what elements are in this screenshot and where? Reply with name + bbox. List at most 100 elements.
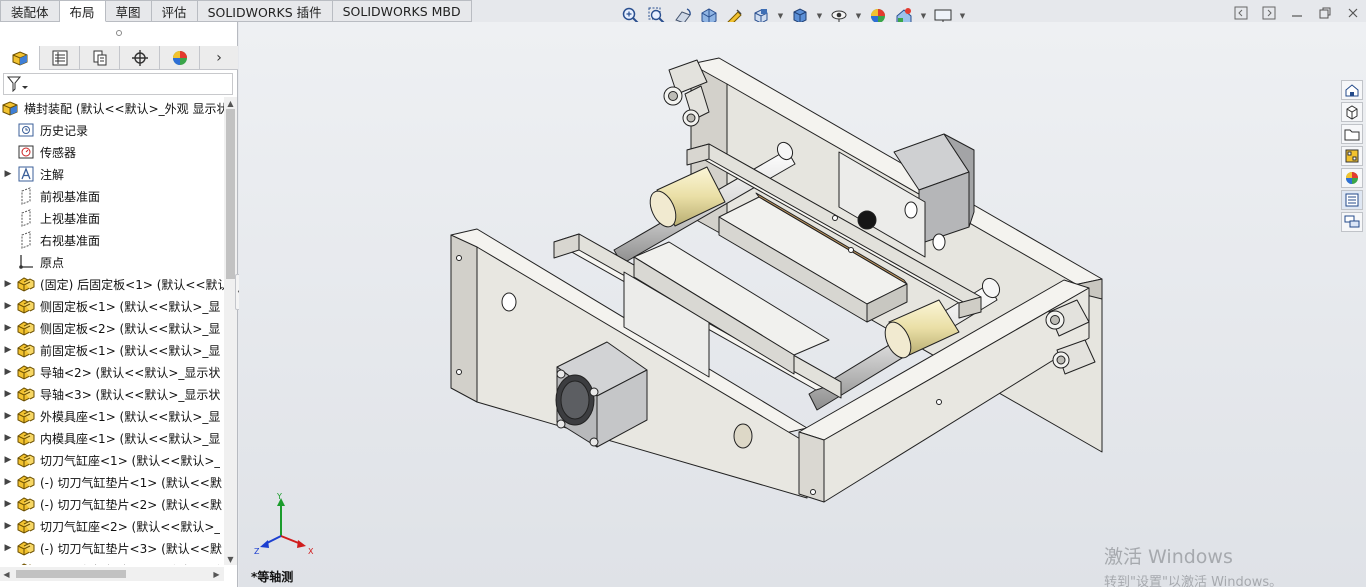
scroll-right-icon[interactable]: ▶ [210,568,223,580]
triad-x-arrow [297,540,306,548]
tree-item[interactable]: 传感器 [0,141,224,163]
part-icon [16,385,36,403]
tree-item[interactable]: 右视基准面 [0,229,224,251]
featuremanager-tree-tab[interactable] [0,46,40,70]
expand-arrow-icon[interactable]: ▶ [0,389,16,399]
expand-arrow-icon[interactable]: ▶ [0,499,16,509]
tree-item[interactable]: ▶(-) 切刀气缸垫片<4> (默认<<默 [0,559,224,565]
pane-grip[interactable] [0,22,238,44]
expand-arrow-icon[interactable]: ▶ [0,521,16,531]
tab-layout[interactable]: 布局 [59,0,106,22]
triad-z-label: Z [254,547,260,556]
graphics-area[interactable]: Y X Z *等轴测 [239,22,1366,587]
tree-item-label: 切刀气缸座<2> (默认<<默认>_ [40,519,221,534]
tab-evaluate[interactable]: 评估 [151,0,198,22]
tree-item[interactable]: 上视基准面 [0,207,224,229]
knob[interactable] [857,210,877,230]
expand-arrow-icon[interactable]: ▶ [0,323,16,333]
home-icon[interactable] [1341,80,1363,100]
expand-arrow-icon[interactable]: ▶ [0,279,16,289]
file-explorer-icon[interactable] [1341,124,1363,144]
document-window-controls [1232,5,1362,21]
tree-root-label: 横封装配 (默认<<默认>_外观 显示状态 [24,101,224,116]
tree-item-label: 历史记录 [40,123,89,138]
expand-arrow-icon[interactable]: ▶ [0,367,16,377]
tree-horizontal-scrollbar[interactable]: ◀ ▶ [0,567,224,581]
custom-properties-icon[interactable] [1341,190,1363,210]
task-pane-tabs [1341,80,1365,232]
feature-manager-tabs: › [0,46,238,70]
tree-item[interactable]: ▶ 前固定板<1> (默认<<默认>_显 [0,339,224,361]
tab-solidworks-mbd[interactable]: SOLIDWORKS MBD [332,0,472,22]
tree-filter[interactable] [3,73,233,95]
tree-root-assembly[interactable]: 横封装配 (默认<<默认>_外观 显示状态 [0,97,224,119]
tree-item[interactable]: ▶ (-) 切刀气缸垫片<2> (默认<<默 [0,493,224,515]
watermark-title: 激活 Windows [1104,546,1233,568]
expand-arrow-icon[interactable]: ▶ [0,477,16,487]
expand-arrow-icon[interactable]: ▶ [0,411,16,421]
expand-arrow-icon[interactable]: ▶ [0,345,16,355]
appearances-icon[interactable] [1341,168,1363,188]
part-icon [16,539,36,557]
tree-item[interactable]: ▶ 侧固定板<2> (默认<<默认>_显 [0,317,224,339]
expand-arrow-icon[interactable]: ▶ [0,455,16,465]
part-icon [16,341,36,359]
design-library-icon[interactable] [1341,102,1363,122]
plane-icon [16,231,36,249]
tree-item[interactable]: ▶ 注解 [0,163,224,185]
horizontal-scroll-thumb[interactable] [16,570,126,578]
tree-item[interactable]: 原点 [0,251,224,273]
tree-item[interactable]: ▶ (-) 切刀气缸垫片<3> (默认<<默 [0,537,224,559]
tree-item-label: 导轴<3> (默认<<默认>_显示状 [40,387,221,402]
tree-item[interactable]: ▶ 导轴<3> (默认<<默认>_显示状 [0,383,224,405]
minimize-icon[interactable] [1288,5,1306,21]
property-manager-tab[interactable] [40,46,80,70]
triad-x-label: X [308,547,314,556]
tree-vertical-scrollbar[interactable]: ▲ ▼ [224,97,237,565]
collapse-panel-icon[interactable] [1232,5,1250,21]
tree-item[interactable]: ▶ 外模具座<1> (默认<<默认>_显 [0,405,224,427]
tree-item[interactable]: ▶ 导轴<2> (默认<<默认>_显示状 [0,361,224,383]
tree-item[interactable]: 前视基准面 [0,185,224,207]
tree-item[interactable]: 历史记录 [0,119,224,141]
chevron-right-icon[interactable]: › [200,46,238,70]
scroll-left-icon[interactable]: ◀ [0,568,13,580]
filter-icon [7,76,28,92]
configuration-manager-tab[interactable] [80,46,120,70]
scroll-up-icon[interactable]: ▲ [224,97,237,109]
tree-item[interactable]: ▶ 切刀气缸座<2> (默认<<默认>_ [0,515,224,537]
part-icon [16,473,36,491]
vertical-scroll-thumb[interactable] [226,109,235,279]
display-manager-tab[interactable] [160,46,200,70]
close-icon[interactable] [1344,5,1362,21]
tree-item[interactable]: ▶ 切刀气缸座<1> (默认<<默认>_ [0,449,224,471]
expand-panel-icon[interactable] [1260,5,1278,21]
tab-solidworks-addins[interactable]: SOLIDWORKS 插件 [197,0,333,22]
assembly-model[interactable] [239,22,1366,587]
gear[interactable] [733,423,753,449]
tree-item[interactable]: ▶ (-) 切刀气缸垫片<1> (默认<<默 [0,471,224,493]
triad-z-arrow [260,540,269,548]
expand-arrow-icon[interactable]: ▶ [0,433,16,443]
expand-arrow-icon[interactable]: ▶ [0,169,16,179]
expand-arrow-icon[interactable]: ▶ [0,543,16,553]
tab-sketch[interactable]: 草图 [105,0,152,22]
tree-item[interactable]: ▶ (固定) 后固定板<1> (默认<<默认 [0,273,224,295]
tree-item-label: 前固定板<1> (默认<<默认>_显 [40,343,221,358]
view-palette-icon[interactable] [1341,146,1363,166]
windows-activation-watermark: 激活 Windows 转到"设置"以激活 Windows。 [1104,542,1282,587]
expand-arrow-icon[interactable]: ▶ [0,301,16,311]
origin-icon [16,253,36,271]
part-icon [16,363,36,381]
restore-icon[interactable] [1316,5,1334,21]
tab-assembly[interactable]: 装配体 [0,0,60,22]
history-icon [16,121,36,139]
dimxpert-manager-tab[interactable] [120,46,160,70]
scroll-down-icon[interactable]: ▼ [224,553,237,565]
tree-item[interactable]: ▶ 侧固定板<1> (默认<<默认>_显 [0,295,224,317]
tree-item-label: 导轴<2> (默认<<默认>_显示状 [40,365,221,380]
tree-item-label: 前视基准面 [40,189,101,204]
forum-icon[interactable] [1341,212,1363,232]
tree-item[interactable]: ▶ 内模具座<1> (默认<<默认>_显 [0,427,224,449]
sensor-icon [16,143,36,161]
